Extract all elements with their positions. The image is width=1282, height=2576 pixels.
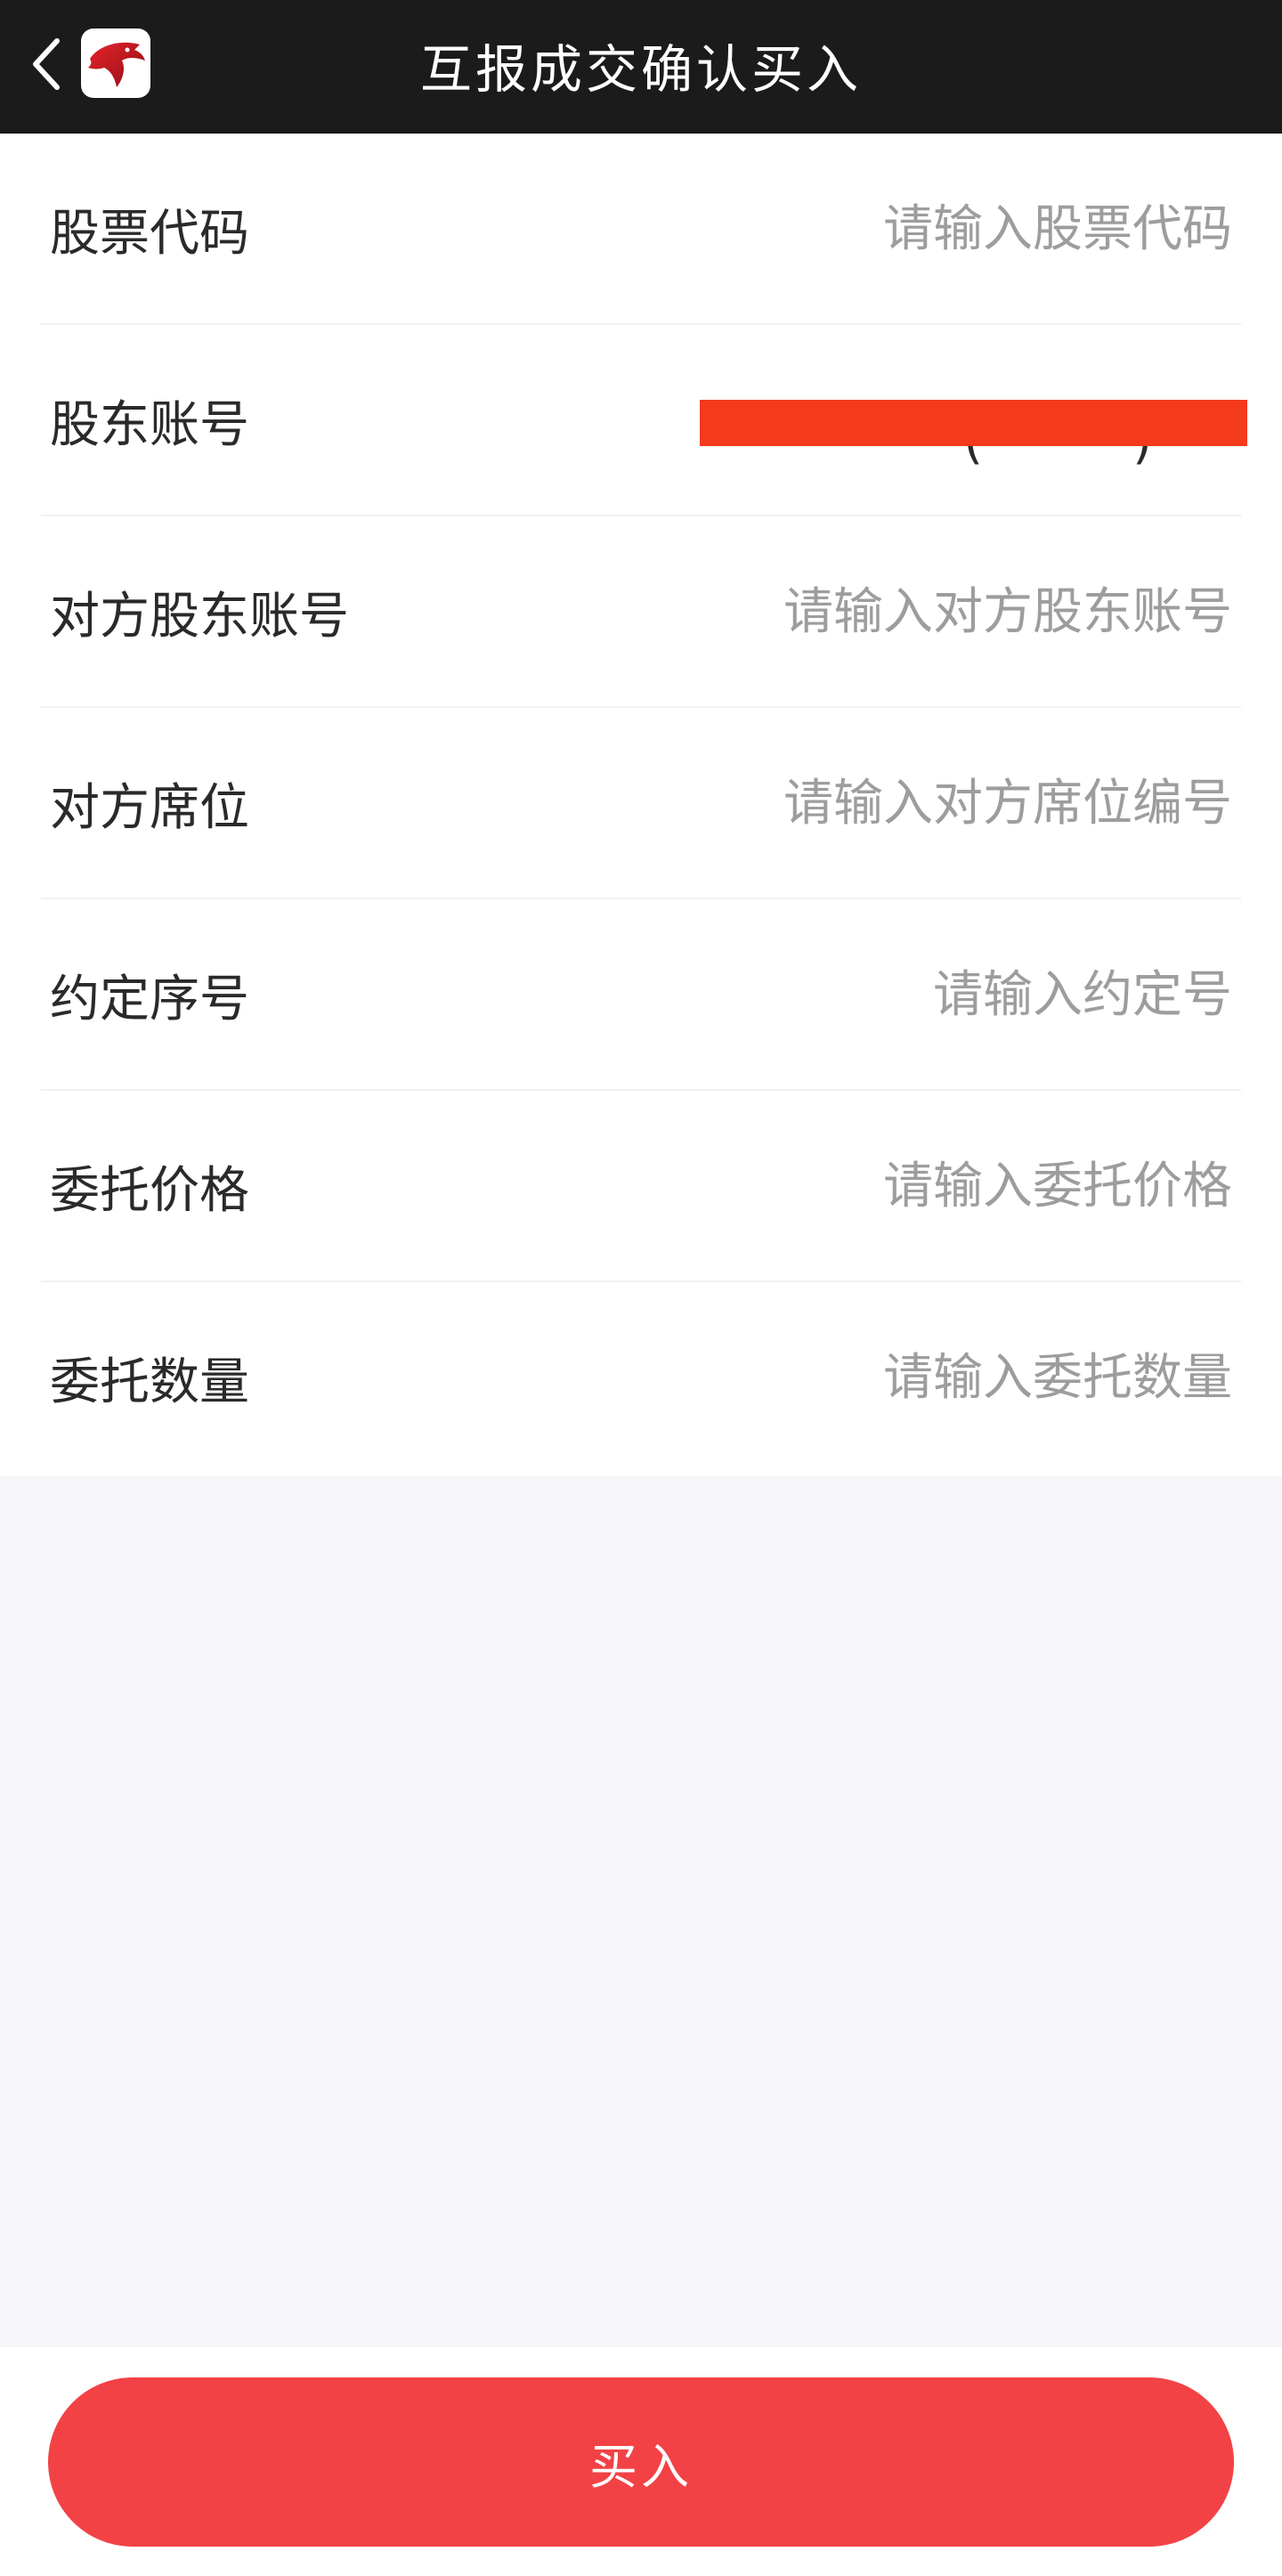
form-row-order-quantity: 委托数量 (41, 1282, 1241, 1474)
form-row-stock-code: 股票代码 (41, 134, 1241, 325)
form-row-order-price: 委托价格 (41, 1091, 1241, 1282)
trade-form: 股票代码 股东账号 ( ) 对方股东账号 对方席位 约定序号 委托价格 委托数量 (0, 134, 1282, 1476)
counterparty-account-label: 对方股东账号 (50, 588, 349, 646)
order-quantity-label: 委托数量 (50, 1353, 249, 1411)
order-quantity-input[interactable] (556, 1282, 1232, 1474)
form-row-counterparty-seat: 对方席位 (41, 708, 1241, 899)
counterparty-seat-input[interactable] (556, 708, 1232, 899)
order-price-input[interactable] (556, 1091, 1232, 1282)
form-row-shareholder-account: 股东账号 ( ) (41, 325, 1247, 516)
shareholder-account-label: 股东账号 (50, 396, 249, 454)
navigation-bar: 互报成交确认买入 (0, 0, 1282, 134)
page-title: 互报成交确认买入 (419, 39, 862, 100)
order-price-label: 委托价格 (50, 1162, 249, 1220)
stock-code-label: 股票代码 (50, 205, 249, 263)
agreement-number-label: 约定序号 (50, 971, 249, 1028)
form-row-counterparty-account: 对方股东账号 (41, 516, 1241, 708)
buy-button[interactable]: 买入 (48, 2377, 1234, 2547)
form-row-agreement-number: 约定序号 (41, 899, 1241, 1091)
counterparty-account-input[interactable] (556, 516, 1232, 708)
bottom-action-bar: 买入 (0, 2347, 1282, 2576)
stock-code-input[interactable] (556, 134, 1232, 325)
redaction-bar (700, 400, 1247, 446)
agreement-number-input[interactable] (556, 899, 1232, 1091)
counterparty-seat-label: 对方席位 (50, 779, 249, 837)
